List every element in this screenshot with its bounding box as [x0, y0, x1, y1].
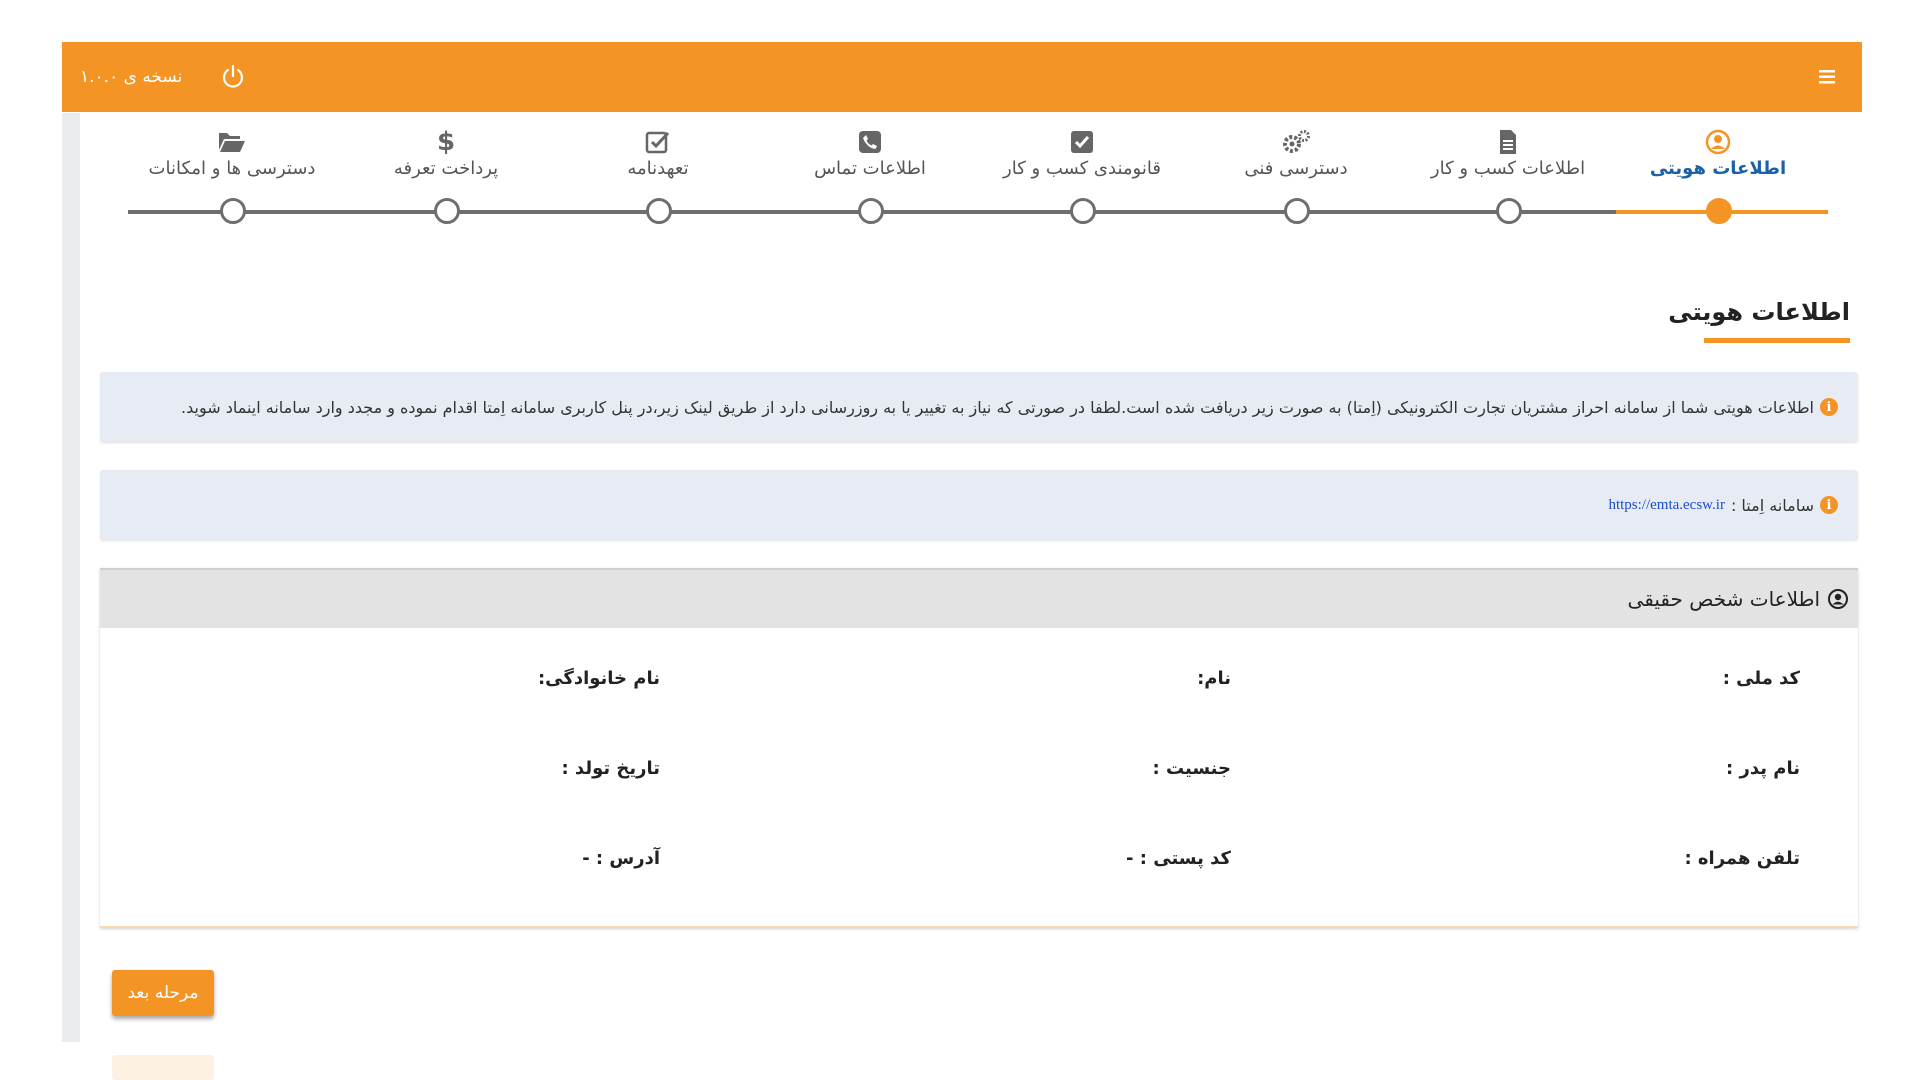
info-icon: i [1820, 496, 1838, 514]
checkbox-icon [982, 128, 1182, 156]
emta-link[interactable]: https://emta.ecsw.ir [1608, 497, 1725, 514]
step-contact-info[interactable]: اطلاعات تماس [770, 128, 970, 224]
field-birth-date: تاریخ تولد : [561, 758, 660, 779]
step-dot [1496, 198, 1522, 224]
identity-info-alert: i اطلاعات هویتی شما از سامانه احراز مشتر… [100, 372, 1858, 442]
section-title: اطلاعات هویتی [1668, 298, 1850, 326]
field-mobile: تلفن همراه : [1684, 848, 1800, 869]
folder-open-icon [132, 128, 332, 156]
step-technical-access[interactable]: دسترسی فنی [1196, 128, 1396, 224]
user-circle-icon [1828, 589, 1848, 609]
dollar-icon: $ [436, 127, 456, 157]
topbar-left-group: نسخه ی ۱.۰.۰ [62, 62, 248, 92]
step-label: اطلاعات تماس [814, 158, 926, 179]
emta-label: سامانه اِمتا : [1730, 495, 1814, 515]
next-step-button[interactable]: مرحله بعد [112, 970, 214, 1016]
step-label: پرداخت تعرفه [393, 158, 499, 179]
step-label: قانومندی کسب و کار [1003, 158, 1161, 179]
identity-info-text: اطلاعات هویتی شما از سامانه احراز مشتریا… [181, 397, 1814, 417]
step-label: دسترسی فنی [1244, 158, 1348, 179]
step-dot [1070, 198, 1096, 224]
hamburger-menu-icon[interactable] [1792, 42, 1862, 112]
step-tariff-payment[interactable]: $ پرداخت تعرفه [346, 127, 546, 224]
user-circle-icon [1618, 128, 1818, 156]
step-label: اطلاعات کسب و کار [1430, 158, 1586, 179]
section-title-underline [1704, 338, 1850, 343]
field-address: آدرس : - [582, 848, 660, 869]
app-version: نسخه ی ۱.۰.۰ [80, 67, 183, 87]
panel-header: اطلاعات شخص حقیقی [100, 568, 1858, 628]
step-access-features[interactable]: دسترسی ها و امکانات [132, 128, 332, 224]
field-postal-code: کد پستی : - [1126, 848, 1231, 869]
field-national-code: کد ملی : [1722, 668, 1800, 689]
wizard-stepper: اطلاعات هویتی اطلاعات کسب و کار دسترسی ف… [128, 127, 1828, 228]
left-edge-bar [62, 113, 80, 1042]
step-business-legality[interactable]: قانومندی کسب و کار [982, 128, 1182, 224]
natural-person-panel: اطلاعات شخص حقیقی کد ملی : نام: نام خانو… [100, 568, 1858, 928]
field-last-name: نام خانوادگی: [537, 668, 660, 689]
step-dot [858, 198, 884, 224]
document-icon [1408, 128, 1608, 156]
step-dot [1706, 198, 1732, 224]
info-icon: i [1820, 398, 1838, 416]
step-commitment[interactable]: تعهدنامه [558, 128, 758, 224]
step-label: دسترسی ها و امکانات [148, 158, 316, 179]
step-dot [1284, 198, 1310, 224]
step-dot [646, 198, 672, 224]
top-bar: نسخه ی ۱.۰.۰ [62, 42, 1862, 112]
emta-link-alert: i سامانه اِمتا : https://emta.ecsw.ir [100, 470, 1858, 540]
step-dot [220, 198, 246, 224]
check-square-icon [558, 128, 758, 156]
faded-button-shadow [112, 1055, 214, 1080]
step-dot [434, 198, 460, 224]
gears-icon [1196, 128, 1396, 156]
stepper-track [128, 210, 1828, 214]
phone-icon [770, 128, 970, 156]
step-identity-info[interactable]: اطلاعات هویتی [1618, 128, 1818, 224]
step-business-info[interactable]: اطلاعات کسب و کار [1408, 128, 1608, 224]
power-icon[interactable] [218, 62, 248, 92]
step-label: تعهدنامه [627, 158, 689, 179]
field-gender: جنسیت : [1152, 758, 1231, 779]
field-first-name: نام: [1197, 668, 1231, 689]
field-father-name: نام پدر : [1726, 758, 1800, 779]
step-label: اطلاعات هویتی [1649, 158, 1787, 179]
panel-title: اطلاعات شخص حقیقی [1627, 587, 1820, 611]
